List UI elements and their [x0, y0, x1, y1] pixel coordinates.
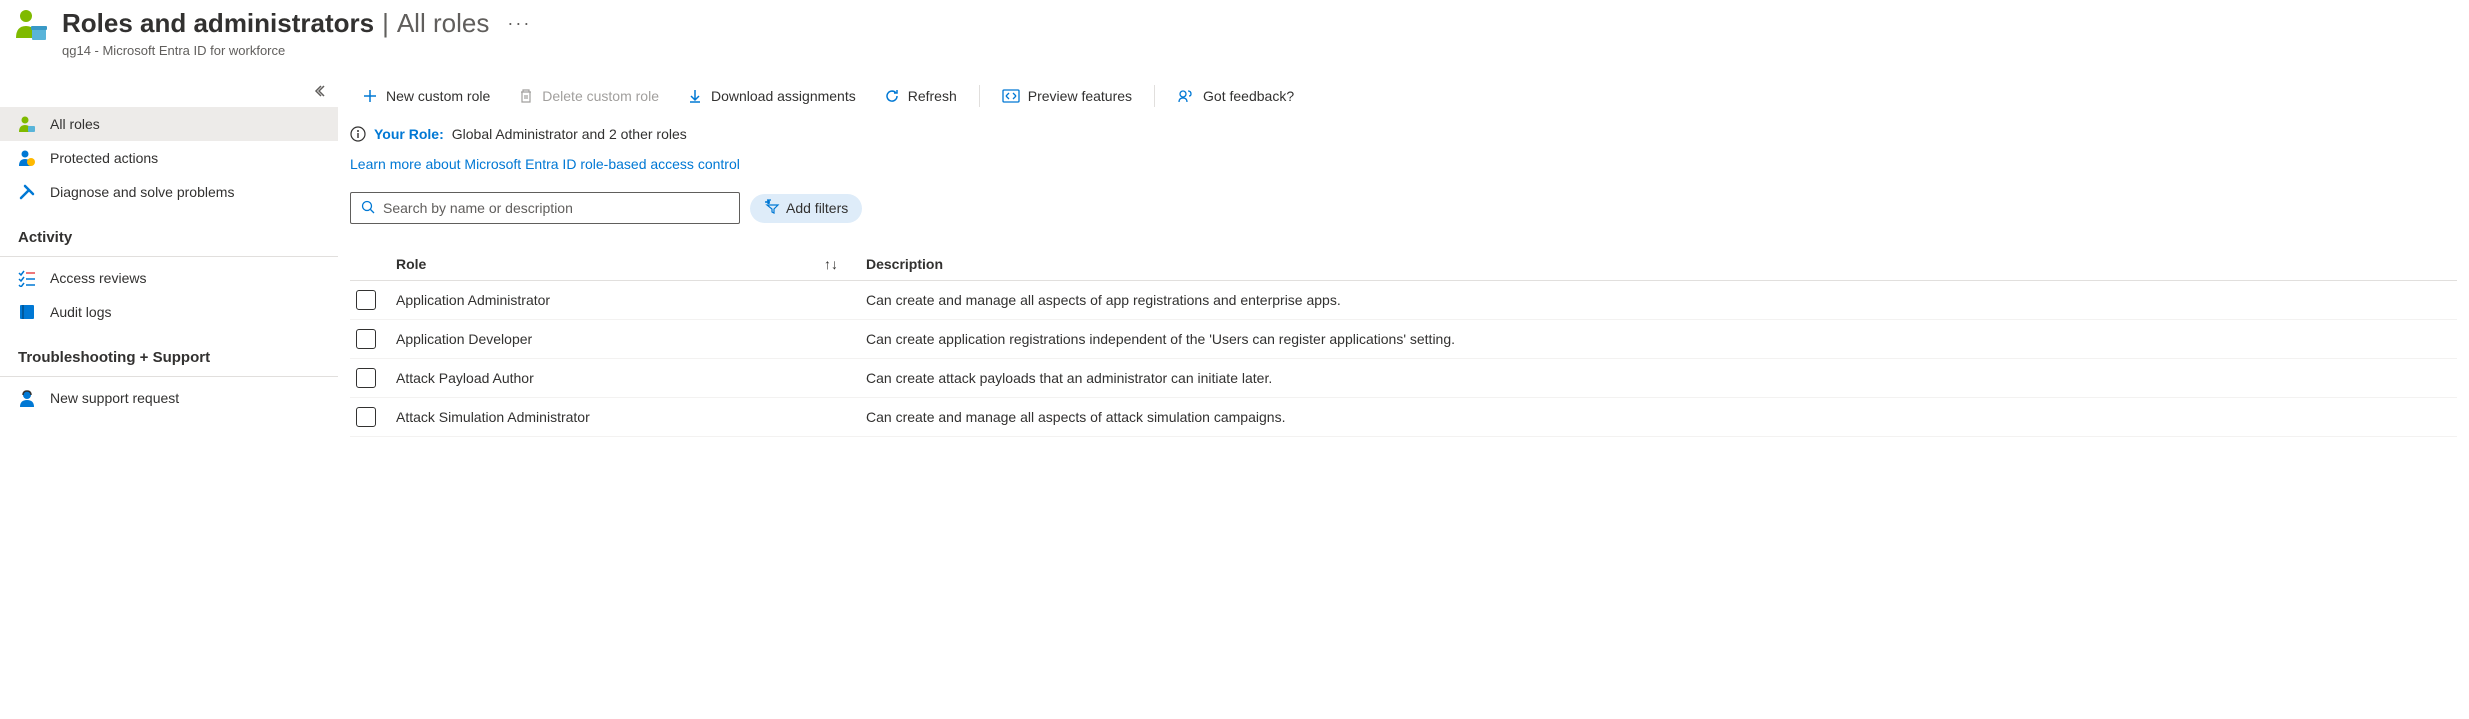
- role-description-cell: Can create attack payloads that an admin…: [866, 370, 2457, 386]
- refresh-icon: [884, 88, 900, 104]
- role-name-cell: Attack Payload Author: [396, 370, 866, 386]
- sidebar-item-new-support-request[interactable]: New support request: [0, 381, 338, 415]
- toolbar-label: Delete custom role: [542, 88, 659, 104]
- role-name-cell: Application Developer: [396, 331, 866, 347]
- toolbar-label: New custom role: [386, 88, 490, 104]
- main-content: New custom role Delete custom role Downl…: [338, 74, 2469, 437]
- your-role-value: Global Administrator and 2 other roles: [452, 126, 687, 142]
- column-header-description[interactable]: Description: [866, 256, 2457, 272]
- title-separator: |: [382, 8, 389, 39]
- role-name-cell: Attack Simulation Administrator: [396, 409, 866, 425]
- role-description-cell: Can create application registrations ind…: [866, 331, 2457, 347]
- toolbar-label: Got feedback?: [1203, 88, 1294, 104]
- your-role-bar: Your Role: Global Administrator and 2 ot…: [350, 120, 2457, 148]
- row-checkbox[interactable]: [356, 368, 376, 388]
- new-custom-role-button[interactable]: New custom role: [350, 82, 502, 110]
- sidebar-item-label: Access reviews: [50, 270, 146, 286]
- table-row[interactable]: Attack Simulation Administrator Can crea…: [350, 398, 2457, 437]
- command-bar: New custom role Delete custom role Downl…: [350, 82, 2457, 120]
- sidebar-section-activity: Activity: [0, 209, 338, 257]
- trash-icon: [518, 88, 534, 104]
- preview-icon: [1002, 89, 1020, 103]
- role-description-cell: Can create and manage all aspects of att…: [866, 409, 2457, 425]
- info-icon: [350, 126, 366, 142]
- download-assignments-button[interactable]: Download assignments: [675, 82, 868, 110]
- toolbar-label: Preview features: [1028, 88, 1132, 104]
- sidebar: All roles Protected actions: [0, 74, 338, 437]
- row-checkbox[interactable]: [356, 290, 376, 310]
- table-row[interactable]: Attack Payload Author Can create attack …: [350, 359, 2457, 398]
- table-row[interactable]: Application Administrator Can create and…: [350, 281, 2457, 320]
- row-checkbox[interactable]: [356, 407, 376, 427]
- search-icon: [361, 200, 375, 217]
- add-filters-button[interactable]: Add filters: [750, 194, 862, 223]
- plus-icon: [362, 88, 378, 104]
- page-header: Roles and administrators | All roles ···…: [0, 0, 2469, 74]
- table-row[interactable]: Application Developer Can create applica…: [350, 320, 2457, 359]
- wrench-icon: [18, 183, 36, 201]
- got-feedback-button[interactable]: Got feedback?: [1165, 82, 1306, 110]
- sidebar-section-troubleshoot: Troubleshooting + Support: [0, 329, 338, 377]
- sort-icon: ↑↓: [824, 256, 838, 272]
- role-name-cell: Application Administrator: [396, 292, 866, 308]
- filter-row: Add filters: [350, 192, 2457, 224]
- toolbar-separator: [1154, 85, 1155, 107]
- search-input[interactable]: [383, 200, 729, 216]
- sidebar-item-audit-logs[interactable]: Audit logs: [0, 295, 338, 329]
- sidebar-item-label: Diagnose and solve problems: [50, 184, 234, 200]
- collapse-sidebar-icon[interactable]: [312, 85, 326, 101]
- search-box[interactable]: [350, 192, 740, 224]
- sidebar-item-all-roles[interactable]: All roles: [0, 107, 338, 141]
- person-icon: [18, 115, 36, 133]
- row-checkbox[interactable]: [356, 329, 376, 349]
- learn-more-link[interactable]: Learn more about Microsoft Entra ID role…: [350, 148, 2457, 192]
- roles-table: Role ↑↓ Description Application Administ…: [350, 248, 2457, 437]
- checklist-icon: [18, 269, 36, 287]
- sidebar-item-label: New support request: [50, 390, 179, 406]
- refresh-button[interactable]: Refresh: [872, 82, 969, 110]
- delete-custom-role-button: Delete custom role: [506, 82, 671, 110]
- toolbar-label: Refresh: [908, 88, 957, 104]
- toolbar-label: Download assignments: [711, 88, 856, 104]
- filter-icon: [764, 199, 780, 218]
- page-subtitle: All roles: [397, 8, 489, 39]
- sidebar-item-label: Audit logs: [50, 304, 111, 320]
- page-title: Roles and administrators: [62, 8, 374, 39]
- your-role-label: Your Role:: [374, 126, 444, 142]
- sidebar-item-protected-actions[interactable]: Protected actions: [0, 141, 338, 175]
- shield-person-icon: [18, 149, 36, 167]
- sidebar-item-label: Protected actions: [50, 150, 158, 166]
- support-person-icon: [18, 389, 36, 407]
- book-icon: [18, 303, 36, 321]
- sidebar-item-diagnose[interactable]: Diagnose and solve problems: [0, 175, 338, 209]
- add-filters-label: Add filters: [786, 200, 848, 216]
- sidebar-item-label: All roles: [50, 116, 100, 132]
- tenant-subtitle: qg14 - Microsoft Entra ID for workforce: [62, 43, 2457, 58]
- feedback-icon: [1177, 88, 1195, 104]
- toolbar-separator: [979, 85, 980, 107]
- table-header: Role ↑↓ Description: [350, 248, 2457, 281]
- column-header-role[interactable]: Role ↑↓: [396, 256, 866, 272]
- download-icon: [687, 88, 703, 104]
- more-menu-icon[interactable]: ···: [507, 13, 531, 34]
- role-description-cell: Can create and manage all aspects of app…: [866, 292, 2457, 308]
- preview-features-button[interactable]: Preview features: [990, 82, 1144, 110]
- sidebar-item-access-reviews[interactable]: Access reviews: [0, 261, 338, 295]
- header-avatar-icon: [12, 8, 48, 44]
